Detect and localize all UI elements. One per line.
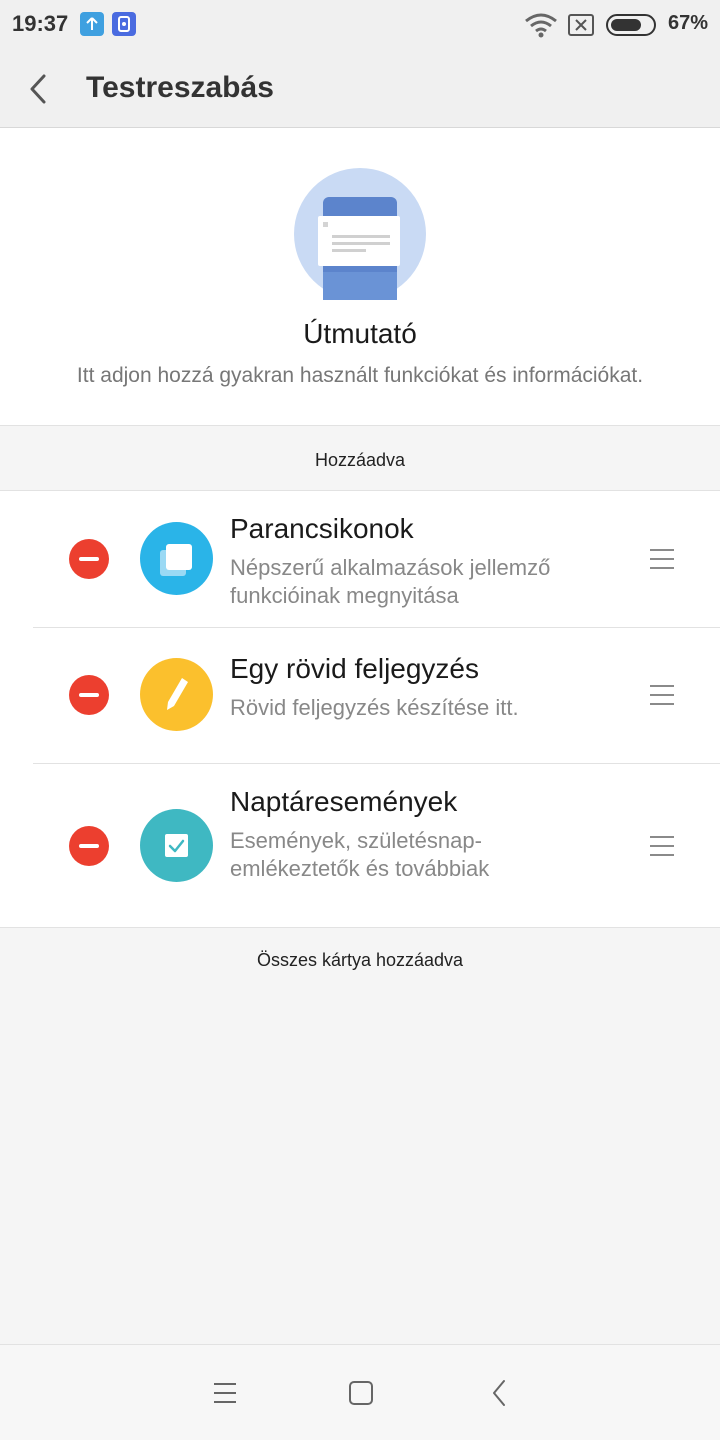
back-button[interactable] bbox=[22, 64, 66, 114]
battery-icon bbox=[606, 14, 656, 36]
sim-card-icon bbox=[112, 12, 136, 36]
item-description: Rövid feljegyzés készítése itt. bbox=[230, 695, 519, 720]
home-button[interactable] bbox=[339, 1373, 383, 1413]
system-nav-bar bbox=[0, 1344, 720, 1440]
added-section-header: Hozzáadva bbox=[314, 450, 406, 470]
no-sim-icon bbox=[568, 14, 594, 36]
drag-handle-icon[interactable] bbox=[650, 836, 674, 856]
guide-section: Útmutató Itt adjon hozzá gyakran használ… bbox=[0, 128, 720, 426]
remove-button[interactable] bbox=[69, 539, 109, 579]
guide-description: Itt adjon hozzá gyakran használt funkció… bbox=[76, 364, 644, 387]
item-description: Népszerű alkalmazások jellemző funkcióin… bbox=[230, 555, 551, 608]
pencil-icon bbox=[140, 658, 213, 731]
calendar-check-icon bbox=[140, 809, 213, 882]
upload-icon bbox=[80, 12, 104, 36]
guide-title: Útmutató bbox=[303, 318, 417, 349]
list-item-shortcuts: Parancsikonok Népszerű alkalmazások jell… bbox=[0, 491, 720, 627]
all-cards-added-label: Összes kártya hozzáadva bbox=[256, 950, 464, 970]
item-title: Egy rövid feljegyzés bbox=[230, 653, 480, 684]
card-list: Parancsikonok Népszerű alkalmazások jell… bbox=[0, 490, 720, 928]
drag-handle-icon[interactable] bbox=[650, 685, 674, 705]
wifi-icon bbox=[525, 13, 557, 38]
nav-back-button[interactable] bbox=[477, 1373, 521, 1413]
guide-illustration-icon bbox=[294, 168, 426, 300]
battery-percentage: 67% bbox=[668, 12, 709, 34]
menu-icon bbox=[214, 1383, 236, 1403]
list-item-calendar: Naptáresemények Események, születésnap-e… bbox=[0, 764, 720, 928]
item-description: Események, születésnap-emlékeztetők és t… bbox=[230, 828, 490, 881]
chevron-left-icon bbox=[30, 74, 46, 104]
page-title: Testreszabás bbox=[86, 71, 274, 104]
drag-handle-icon[interactable] bbox=[650, 549, 674, 569]
item-title: Naptáresemények bbox=[230, 786, 458, 817]
item-title: Parancsikonok bbox=[230, 513, 414, 544]
list-item-note: Egy rövid feljegyzés Rövid feljegyzés ké… bbox=[0, 628, 720, 763]
app-header: Testreszabás bbox=[0, 50, 720, 128]
shortcuts-icon bbox=[140, 522, 213, 595]
menu-button[interactable] bbox=[203, 1373, 247, 1413]
home-icon bbox=[349, 1381, 373, 1405]
remove-button[interactable] bbox=[69, 675, 109, 715]
status-bar: 19:37 67% bbox=[0, 0, 720, 50]
remove-button[interactable] bbox=[69, 826, 109, 866]
status-time: 19:37 bbox=[12, 11, 69, 36]
back-icon bbox=[493, 1380, 505, 1406]
